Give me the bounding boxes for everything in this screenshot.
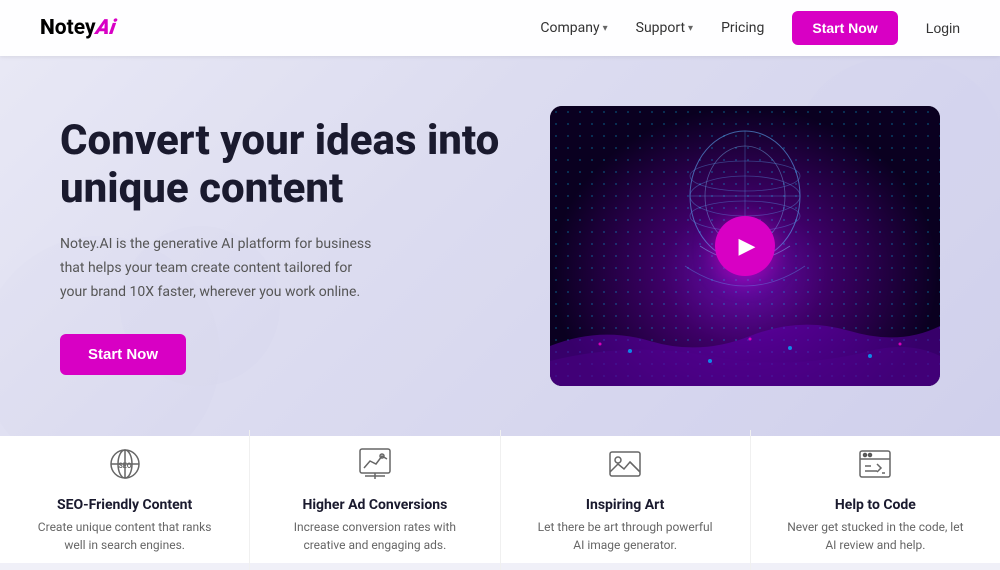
logo: NoteyAi bbox=[40, 16, 115, 40]
nav-pricing[interactable]: Pricing bbox=[721, 20, 764, 36]
chevron-down-icon: ▾ bbox=[688, 23, 693, 34]
feature-seo-title: SEO-Friendly Content bbox=[57, 497, 192, 513]
hero-description: Notey.AI is the generative AI platform f… bbox=[60, 233, 380, 304]
nav-company[interactable]: Company ▾ bbox=[540, 20, 607, 36]
play-icon: ▶ bbox=[739, 234, 756, 259]
code-icon-svg bbox=[857, 446, 893, 482]
nav-links: Company ▾ Support ▾ Pricing Start Now Lo… bbox=[540, 11, 960, 45]
feature-ads-title: Higher Ad Conversions bbox=[302, 497, 447, 513]
feature-code: Help to Code Never get stucked in the co… bbox=[751, 430, 1000, 570]
image-icon bbox=[607, 446, 643, 489]
feature-seo-desc: Create unique content that ranks well in… bbox=[35, 518, 215, 554]
hero-video-container: ▶ bbox=[550, 106, 940, 386]
nav-login-button[interactable]: Login bbox=[926, 20, 960, 36]
hero-start-button[interactable]: Start Now bbox=[60, 334, 186, 375]
nav-support[interactable]: Support ▾ bbox=[636, 20, 693, 36]
hero-section: Convert your ideas into unique content N… bbox=[0, 56, 1000, 436]
feature-ads-desc: Increase conversion rates with creative … bbox=[285, 518, 465, 554]
hero-video[interactable]: ▶ bbox=[550, 106, 940, 386]
feature-seo: SEO SEO-Friendly Content Create unique c… bbox=[0, 430, 250, 570]
image-icon-svg bbox=[607, 446, 643, 482]
logo-text-rest: otey bbox=[55, 16, 96, 40]
feature-art-desc: Let there be art through powerful AI ima… bbox=[535, 518, 715, 554]
navbar: NoteyAi Company ▾ Support ▾ Pricing Star… bbox=[0, 0, 1000, 56]
video-play-button[interactable]: ▶ bbox=[715, 216, 775, 276]
chevron-down-icon: ▾ bbox=[603, 23, 608, 34]
hero-content: Convert your ideas into unique content N… bbox=[60, 117, 550, 376]
feature-code-title: Help to Code bbox=[835, 497, 916, 513]
feature-art: Inspiring Art Let there be art through p… bbox=[501, 430, 751, 570]
feature-ads: Higher Ad Conversions Increase conversio… bbox=[250, 430, 500, 570]
video-wave-svg bbox=[550, 306, 940, 386]
nav-start-button[interactable]: Start Now bbox=[792, 11, 897, 45]
seo-icon: SEO bbox=[107, 446, 143, 489]
chart-icon-svg bbox=[357, 446, 393, 482]
hero-title: Convert your ideas into unique content bbox=[60, 117, 510, 214]
logo-text: N bbox=[40, 16, 55, 40]
code-icon bbox=[857, 446, 893, 489]
svg-text:SEO: SEO bbox=[118, 462, 131, 470]
seo-icon-svg: SEO bbox=[107, 446, 143, 482]
feature-art-title: Inspiring Art bbox=[586, 497, 664, 513]
logo-ai-icon: Ai bbox=[93, 16, 117, 40]
feature-code-desc: Never get stucked in the code, let AI re… bbox=[785, 518, 965, 554]
chart-icon bbox=[357, 446, 393, 489]
features-section: SEO SEO-Friendly Content Create unique c… bbox=[0, 436, 1000, 563]
